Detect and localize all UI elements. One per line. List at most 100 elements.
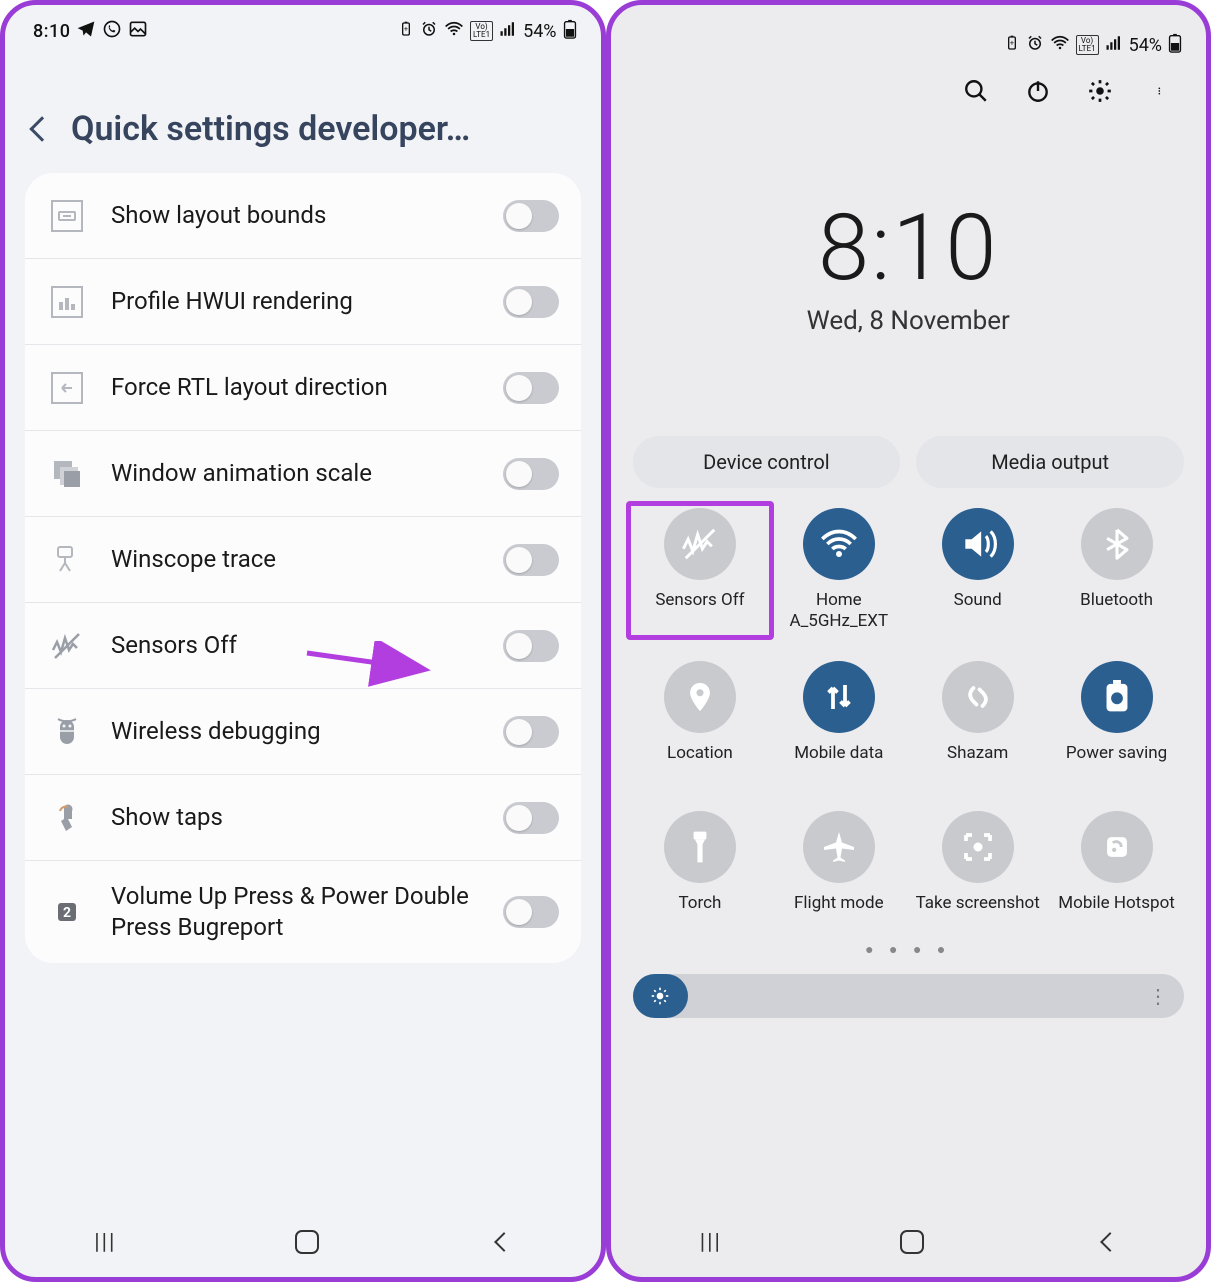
tile-location[interactable]: Location bbox=[633, 661, 768, 783]
tile-label: Location bbox=[667, 743, 733, 783]
search-icon[interactable] bbox=[962, 77, 990, 105]
tile-shazam[interactable]: Shazam bbox=[910, 661, 1045, 783]
tile-label: Power saving bbox=[1066, 743, 1167, 783]
brightness-slider[interactable]: ⋮ bbox=[633, 974, 1185, 1018]
status-bar: 8:10 + Vo)LTE1 54% bbox=[5, 5, 601, 49]
tile-wifi[interactable]: Home A_5GHz_EXT bbox=[771, 508, 906, 633]
phone-left-settings: 8:10 + Vo)LTE1 54% bbox=[0, 0, 606, 1282]
bugreport-icon: 2 bbox=[47, 892, 87, 932]
battery-percent: 54% bbox=[523, 21, 556, 42]
tile-label: Sensors Off bbox=[655, 590, 744, 630]
page-title: Quick settings developer… bbox=[71, 109, 470, 149]
toggle[interactable] bbox=[503, 372, 559, 404]
tile-label: Home A_5GHz_EXT bbox=[771, 590, 906, 633]
tile-hotspot[interactable]: Mobile Hotspot bbox=[1049, 811, 1184, 933]
toggle[interactable] bbox=[503, 896, 559, 928]
hotspot-icon bbox=[1081, 811, 1153, 883]
tile-bluetooth[interactable]: Bluetooth bbox=[1049, 508, 1184, 633]
back-button[interactable] bbox=[29, 116, 54, 141]
nav-home[interactable] bbox=[900, 1230, 924, 1254]
battery-percent: 54% bbox=[1129, 35, 1162, 56]
nav-back[interactable] bbox=[1100, 1232, 1120, 1252]
more-icon[interactable] bbox=[1148, 77, 1176, 105]
page-indicator: ● ● ● ● bbox=[611, 941, 1207, 958]
whatsapp-icon bbox=[102, 19, 122, 44]
row-wireless-debugging[interactable]: Wireless debugging bbox=[25, 689, 581, 775]
tile-screenshot[interactable]: Take screenshot bbox=[910, 811, 1045, 933]
media-output-button[interactable]: Media output bbox=[916, 436, 1184, 488]
device-control-button[interactable]: Device control bbox=[633, 436, 901, 488]
row-label: Show taps bbox=[111, 802, 479, 833]
tile-sound[interactable]: Sound bbox=[910, 508, 1045, 633]
tile-power-saving[interactable]: Power saving bbox=[1049, 661, 1184, 783]
nav-recent[interactable]: ||| bbox=[700, 1230, 722, 1255]
row-window-animation[interactable]: Window animation scale bbox=[25, 431, 581, 517]
row-label: Window animation scale bbox=[111, 458, 479, 489]
mobile-data-icon bbox=[803, 661, 875, 733]
row-show-layout-bounds[interactable]: Show layout bounds bbox=[25, 173, 581, 259]
sound-icon bbox=[942, 508, 1014, 580]
wifi-icon bbox=[444, 19, 464, 44]
signal-icon bbox=[1105, 34, 1123, 57]
sun-icon bbox=[650, 986, 670, 1006]
shazam-icon bbox=[942, 661, 1014, 733]
power-icon[interactable] bbox=[1024, 77, 1052, 105]
wifi-icon bbox=[1050, 33, 1070, 58]
airplane-icon bbox=[803, 811, 875, 883]
row-winscope[interactable]: Winscope trace bbox=[25, 517, 581, 603]
row-sensors-off[interactable]: Sensors Off bbox=[25, 603, 581, 689]
tile-sensors-off[interactable]: Sensors Off bbox=[626, 501, 775, 640]
power-saving-icon bbox=[1081, 661, 1153, 733]
nav-home[interactable] bbox=[295, 1230, 319, 1254]
svg-text:2: 2 bbox=[63, 905, 71, 921]
winscope-icon bbox=[47, 540, 87, 580]
window-animation-icon bbox=[47, 454, 87, 494]
row-label: Force RTL layout direction bbox=[111, 372, 479, 403]
status-time: 8:10 bbox=[33, 21, 70, 42]
row-profile-hwui[interactable]: Profile HWUI rendering bbox=[25, 259, 581, 345]
sensors-off-icon bbox=[47, 626, 87, 666]
tile-label: Shazam bbox=[947, 743, 1008, 783]
row-label: Winscope trace bbox=[111, 544, 479, 575]
status-bar: + Vo)LTE1 54% bbox=[611, 19, 1207, 63]
toggle[interactable] bbox=[503, 458, 559, 490]
brightness-more-icon[interactable]: ⋮ bbox=[1148, 984, 1168, 1008]
tile-flight-mode[interactable]: Flight mode bbox=[771, 811, 906, 933]
volte-icon: Vo)LTE1 bbox=[470, 21, 493, 41]
nav-bar: ||| bbox=[5, 1207, 601, 1277]
row-bugreport[interactable]: 2 Volume Up Press & Power Double Press B… bbox=[25, 861, 581, 963]
battery-saver-icon: + bbox=[398, 21, 414, 42]
tile-label: Take screenshot bbox=[916, 893, 1040, 933]
toggle[interactable] bbox=[503, 630, 559, 662]
torch-icon bbox=[664, 811, 736, 883]
toggle[interactable] bbox=[503, 286, 559, 318]
wifi-icon bbox=[803, 508, 875, 580]
row-show-taps[interactable]: Show taps bbox=[25, 775, 581, 861]
toggle[interactable] bbox=[503, 716, 559, 748]
hwui-icon bbox=[47, 282, 87, 322]
nav-back[interactable] bbox=[494, 1232, 514, 1252]
nav-recent[interactable]: ||| bbox=[94, 1230, 116, 1255]
tile-label: Mobile data bbox=[794, 743, 883, 783]
toggle[interactable] bbox=[503, 200, 559, 232]
battery-icon bbox=[1168, 33, 1182, 58]
tile-torch[interactable]: Torch bbox=[633, 811, 768, 933]
svg-text:+: + bbox=[404, 24, 408, 33]
quick-tiles: Sensors Off Home A_5GHz_EXT Sound Blueto… bbox=[611, 488, 1207, 933]
settings-header: Quick settings developer… bbox=[5, 49, 601, 173]
bluetooth-icon bbox=[1081, 508, 1153, 580]
toggle[interactable] bbox=[503, 802, 559, 834]
alarm-icon bbox=[420, 20, 438, 43]
layout-bounds-icon bbox=[47, 196, 87, 236]
nav-bar: ||| bbox=[611, 1207, 1207, 1277]
row-label: Wireless debugging bbox=[111, 716, 479, 747]
tile-mobile-data[interactable]: Mobile data bbox=[771, 661, 906, 783]
row-force-rtl[interactable]: Force RTL layout direction bbox=[25, 345, 581, 431]
row-label: Sensors Off bbox=[111, 630, 479, 661]
gear-icon[interactable] bbox=[1086, 77, 1114, 105]
toggle[interactable] bbox=[503, 544, 559, 576]
signal-icon bbox=[499, 20, 517, 43]
rtl-icon bbox=[47, 368, 87, 408]
quickpanel-clock: 8:10 Wed, 8 November bbox=[611, 195, 1207, 336]
battery-icon bbox=[563, 19, 577, 44]
